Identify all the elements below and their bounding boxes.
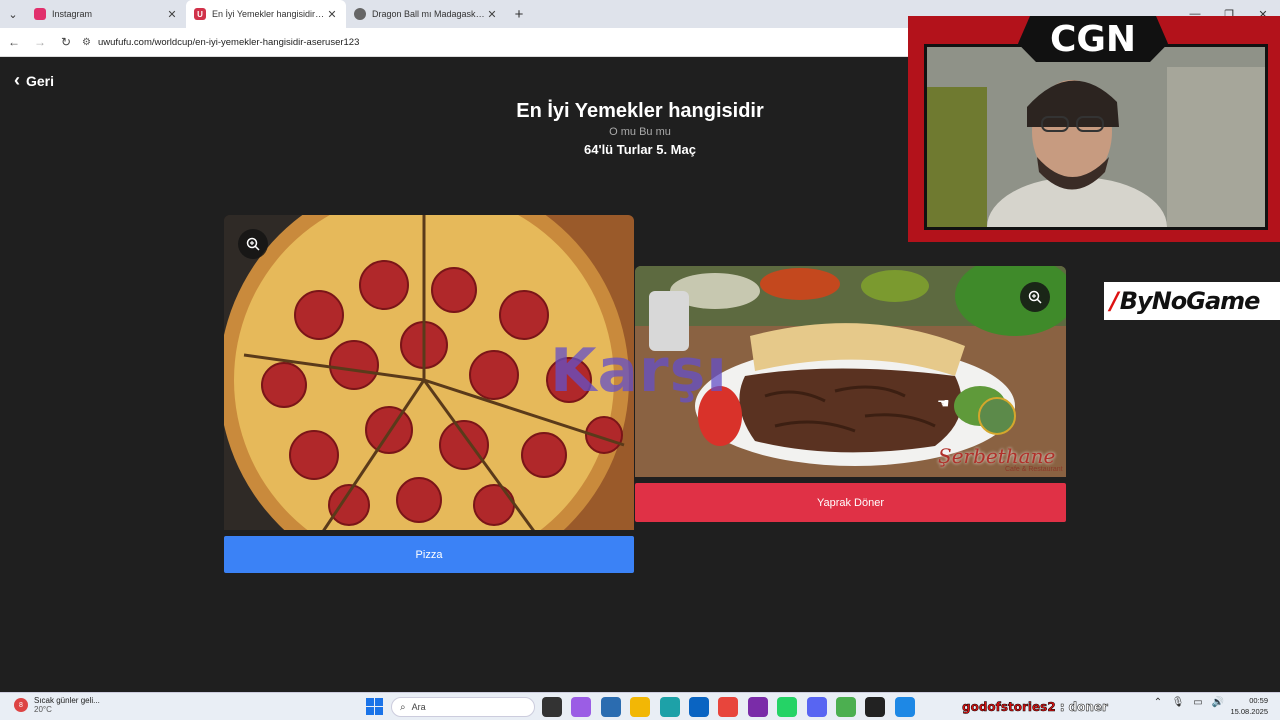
bynogame-slash-icon: / (1110, 287, 1119, 315)
app-green-icon[interactable] (835, 697, 856, 717)
close-icon[interactable]: ✕ (486, 8, 498, 21)
close-icon[interactable]: ✕ (326, 8, 338, 21)
system-tray: ⌃ 🎙 ▭ 🔊 (1148, 697, 1228, 708)
tab-search-chevron-icon[interactable]: ⌄ (0, 0, 26, 28)
search-placeholder: Ara (411, 702, 426, 712)
weather-text: Sıcak günler geli... (34, 696, 100, 705)
outlook-icon[interactable] (688, 697, 709, 717)
tab-label: Instagram (52, 9, 93, 19)
weather-widget[interactable]: 8 Sıcak günler geli... 20°C (14, 696, 100, 714)
whatsapp-icon[interactable] (777, 697, 798, 717)
chat-username: godofstories2 (962, 700, 1056, 715)
new-tab-plus-icon[interactable]: + (506, 0, 532, 28)
chat-separator: : (1059, 700, 1065, 715)
taskbar-search[interactable]: ⌕ Ara (391, 697, 535, 717)
url-text: uwufufu.com/worldcup/en-iyi-yemekler-han… (98, 36, 360, 48)
photos-icon[interactable] (894, 697, 915, 717)
microphone-icon[interactable]: 🎙 (1168, 697, 1188, 708)
back-button[interactable]: ‹ Geri (14, 70, 54, 91)
weather-alert-icon: 8 (14, 698, 28, 712)
windows-start-icon[interactable] (366, 698, 383, 715)
site-info-icon[interactable]: ⚙ (82, 37, 98, 48)
tray-chevron-icon[interactable]: ⌃ (1148, 697, 1168, 708)
network-icon[interactable]: ▭ (1188, 697, 1208, 708)
bynogame-text: ByNoGame (1119, 287, 1261, 315)
pick-pizza-button[interactable]: Pizza (224, 536, 634, 573)
globe-favicon-icon (354, 8, 366, 20)
tab-instagram[interactable]: Instagram ✕ (26, 0, 186, 28)
cgn-logo: CGN (1018, 16, 1168, 62)
tab-label: Dragon Ball mı Madagaskar mı (372, 9, 486, 19)
stream-chat-overlay: godofstories2 : doner (962, 697, 1108, 717)
clock-date: 15.08.2025 (1230, 707, 1268, 716)
system-clock[interactable]: 00:59 15.08.2025 (1230, 695, 1268, 717)
weather-temp: 20°C (34, 705, 52, 714)
serbethane-watermark-sub: Cafe & Restaurant (1005, 466, 1063, 473)
chevron-left-icon: ‹ (14, 70, 20, 90)
tab-dragon-ball[interactable]: Dragon Ball mı Madagaskar mı ✕ (346, 0, 506, 28)
back-label: Geri (26, 72, 55, 89)
store-icon[interactable] (600, 697, 621, 717)
serbethane-watermark: Şerbethane (938, 444, 1056, 468)
reload-icon[interactable]: ↻ (54, 30, 78, 54)
forward-arrow-icon[interactable]: → (28, 30, 52, 54)
webcam-feed (924, 44, 1268, 230)
hand-cursor-icon: ☚ (937, 395, 950, 411)
uwufufu-favicon-icon: U (194, 8, 206, 20)
discord-icon[interactable] (806, 697, 827, 717)
instagram-favicon-icon (34, 8, 46, 20)
chat-message: doner (1068, 700, 1108, 715)
edge-icon[interactable] (659, 697, 680, 717)
bynogame-logo: / ByNoGame (1104, 282, 1280, 320)
file-explorer-icon[interactable] (630, 697, 651, 717)
address-bar[interactable]: ⚙ uwufufu.com/worldcup/en-iyi-yemekler-h… (82, 31, 882, 53)
app-icon[interactable] (747, 697, 768, 717)
close-icon[interactable]: ✕ (166, 8, 178, 21)
streamer-video-illustration (927, 47, 1265, 227)
versus-label: Karşı (550, 336, 728, 406)
webcam-overlay: CGN (908, 16, 1280, 242)
volume-icon[interactable]: 🔊 (1208, 697, 1228, 708)
zoom-in-icon[interactable] (1020, 282, 1050, 312)
task-view-icon[interactable] (542, 697, 562, 717)
tab-uwufufu[interactable]: U En İyi Yemekler hangisidir | Uw ✕ (186, 0, 346, 28)
search-icon: ⌕ (400, 701, 406, 713)
pinned-apps (542, 697, 924, 717)
copilot-icon[interactable] (571, 697, 592, 717)
clock-time: 00:59 (1249, 696, 1268, 705)
obs-icon[interactable] (865, 697, 886, 717)
zoom-in-icon[interactable] (238, 229, 268, 259)
pick-yaprak-doner-button[interactable]: Yaprak Döner (635, 483, 1066, 522)
tab-label: En İyi Yemekler hangisidir | Uw (212, 9, 326, 19)
chrome-icon[interactable] (718, 697, 739, 717)
back-arrow-icon[interactable]: ← (2, 30, 26, 54)
